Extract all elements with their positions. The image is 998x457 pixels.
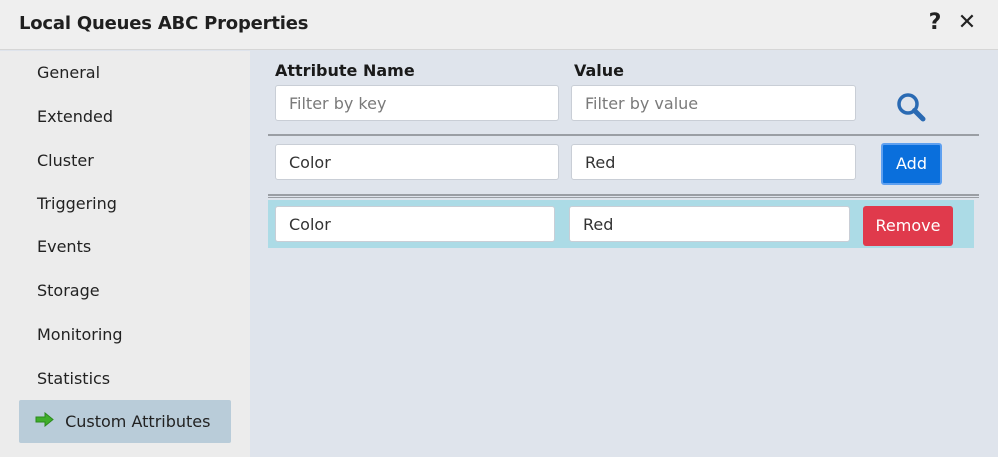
new-attribute-name-input[interactable] — [275, 144, 559, 180]
divider — [268, 134, 979, 136]
sidebar-nav: General Extended Cluster Triggering Even… — [0, 51, 250, 457]
sidebar-item-label: Cluster — [37, 151, 94, 170]
sidebar-item-label: Storage — [37, 281, 100, 300]
attribute-name-field[interactable] — [275, 206, 555, 242]
new-attribute-value-input[interactable] — [571, 144, 856, 180]
sidebar-item-cluster[interactable]: Cluster — [19, 139, 231, 182]
filter-key-input[interactable] — [275, 85, 559, 121]
sidebar-item-label: Triggering — [37, 194, 117, 213]
sidebar-item-storage[interactable]: Storage — [19, 269, 231, 312]
sidebar-item-label: Statistics — [37, 369, 111, 388]
value-header: Value — [574, 61, 625, 80]
title-bar: Local Queues ABC Properties ? ✕ — [0, 0, 998, 50]
divider — [268, 194, 979, 198]
filter-value-input[interactable] — [571, 85, 856, 121]
window-title: Local Queues ABC Properties — [19, 13, 309, 34]
sidebar-item-custom-attributes[interactable]: Custom Attributes — [19, 400, 231, 443]
sidebar-item-label: Monitoring — [37, 325, 123, 344]
sidebar-item-label: Extended — [37, 107, 113, 126]
arrow-right-icon — [35, 400, 54, 443]
sidebar-item-monitoring[interactable]: Monitoring — [19, 313, 231, 356]
sidebar-item-statistics[interactable]: Statistics — [19, 357, 231, 400]
sidebar-item-general[interactable]: General — [19, 51, 231, 94]
sidebar-item-label: Events — [37, 237, 92, 256]
help-icon[interactable]: ? — [924, 10, 946, 38]
search-icon[interactable] — [893, 89, 929, 125]
remove-button[interactable]: Remove — [863, 206, 953, 246]
sidebar-item-triggering[interactable]: Triggering — [19, 182, 231, 225]
sidebar-item-extended[interactable]: Extended — [19, 95, 231, 138]
custom-attributes-panel: Attribute Name Value Add Remove — [250, 51, 998, 457]
sidebar-item-label: General — [37, 63, 101, 82]
attribute-name-header: Attribute Name — [275, 61, 415, 80]
close-icon[interactable]: ✕ — [956, 10, 978, 38]
add-button[interactable]: Add — [881, 143, 942, 185]
sidebar-item-label: Custom Attributes — [65, 412, 211, 431]
attribute-value-field[interactable] — [569, 206, 850, 242]
sidebar-item-events[interactable]: Events — [19, 225, 231, 268]
